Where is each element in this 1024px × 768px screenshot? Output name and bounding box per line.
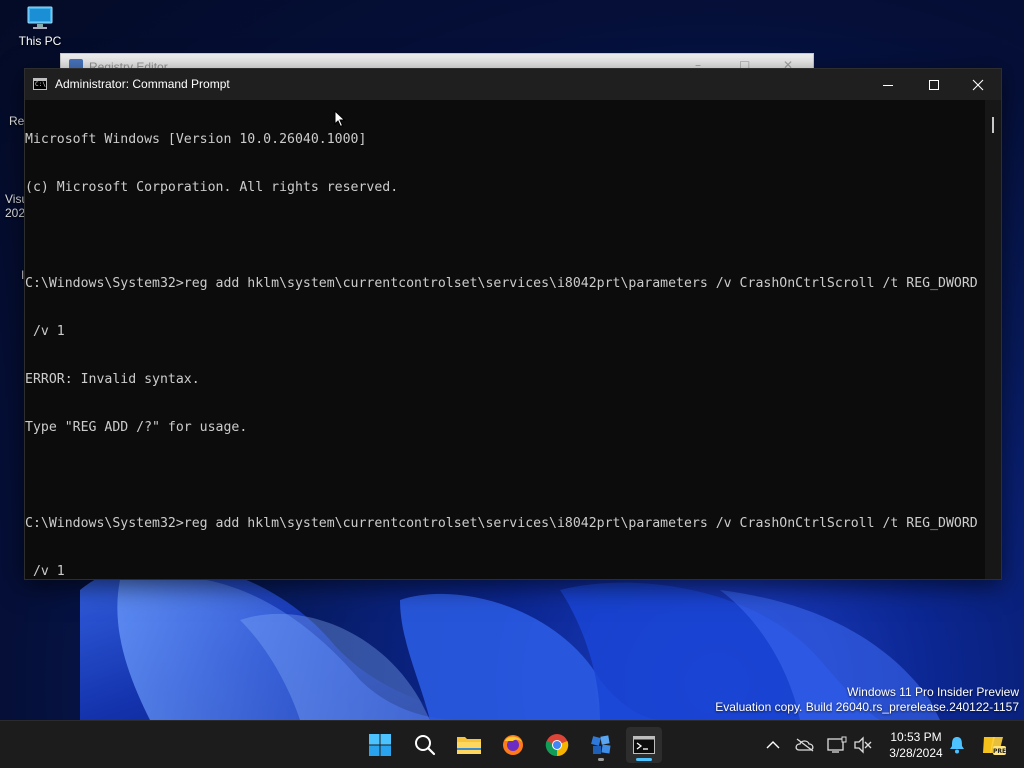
onedrive-button[interactable] [793, 733, 817, 757]
chrome-icon [545, 734, 569, 757]
close-icon [972, 79, 984, 90]
show-hidden-icons-button[interactable] [761, 733, 785, 757]
desktop: This PC Re Visu 202 I Registry Editor – … [0, 0, 1024, 720]
scrollbar-thumb[interactable] [992, 117, 994, 133]
display-button[interactable] [825, 733, 849, 757]
evaluation-watermark: Windows 11 Pro Insider Preview Evaluatio… [715, 685, 1019, 715]
monitor-icon [27, 6, 53, 30]
search-button[interactable] [407, 727, 443, 763]
console-line: ERROR: Invalid syntax. [25, 372, 200, 387]
desktop-icon-this-pc[interactable]: This PC [10, 6, 70, 48]
close-button[interactable] [955, 69, 1001, 100]
chrome-button[interactable] [539, 727, 575, 763]
console-input-line[interactable]: /v 1 [25, 564, 985, 579]
registry-editor-icon [591, 735, 611, 754]
command-prompt-icon [633, 736, 655, 754]
clock-time: 10:53 PM [890, 730, 942, 744]
notification-bell-icon [950, 737, 964, 754]
system-clock[interactable]: 10:53 PM 3/28/2024 [880, 729, 952, 761]
chevron-up-icon [766, 741, 780, 749]
taskbar: 10:53 PM 3/28/2024 PRE [0, 720, 1024, 768]
start-button[interactable] [362, 727, 398, 763]
watermark-edition: Windows 11 Pro Insider Preview [847, 685, 1019, 699]
console-line: /v 1 [25, 324, 65, 339]
window-titlebar[interactable]: C:\ Administrator: Command Prompt [25, 69, 1001, 100]
start-icon [369, 734, 391, 756]
search-icon [415, 735, 436, 756]
file-explorer-button[interactable] [451, 727, 487, 763]
maximize-button[interactable] [911, 69, 957, 100]
console-line: C:\Windows\System32>reg add hklm\system\… [25, 516, 978, 531]
maximize-icon [929, 79, 939, 90]
display-icon [827, 736, 847, 753]
command-prompt-window[interactable]: C:\ Administrator: Command Prompt Micros… [24, 68, 1002, 580]
onedrive-icon [795, 738, 814, 752]
firefox-button[interactable] [495, 727, 531, 763]
registry-editor-button[interactable] [583, 727, 619, 763]
copilot-button[interactable]: PRE [980, 733, 1008, 757]
partial-desktop-label: 202 [5, 206, 26, 220]
console-line: Type "REG ADD /?" for usage. [25, 420, 248, 435]
mouse-pointer-icon [334, 110, 346, 128]
volume-button[interactable] [851, 733, 875, 757]
speaker-muted-icon [854, 736, 872, 754]
console-line: Microsoft Windows [Version 10.0.26040.10… [25, 132, 367, 147]
clock-date: 3/28/2024 [889, 746, 943, 760]
notifications-button[interactable] [945, 733, 969, 757]
running-indicator [598, 758, 604, 761]
copilot-icon: PRE [983, 737, 1006, 755]
file-explorer-icon [457, 737, 481, 754]
command-prompt-button[interactable] [626, 727, 662, 763]
desktop-icon-label: This PC [18, 34, 62, 48]
watermark-build: Evaluation copy. Build 26040.rs_prerelea… [715, 700, 1019, 714]
vertical-scrollbar[interactable] [985, 100, 1001, 579]
console-line: C:\Windows\System32>reg add hklm\system\… [25, 276, 978, 291]
copilot-badge: PRE [993, 748, 1006, 755]
window-title: Administrator: Command Prompt [55, 77, 230, 91]
minimize-icon [883, 84, 893, 86]
partial-desktop-label: Re [9, 114, 25, 128]
console-line: (c) Microsoft Corporation. All rights re… [25, 180, 399, 195]
command-prompt-icon: C:\ [33, 78, 47, 90]
firefox-icon [503, 735, 523, 755]
minimize-button[interactable] [865, 69, 911, 100]
console-output[interactable]: Microsoft Windows [Version 10.0.26040.10… [25, 100, 985, 579]
active-indicator [636, 758, 652, 761]
